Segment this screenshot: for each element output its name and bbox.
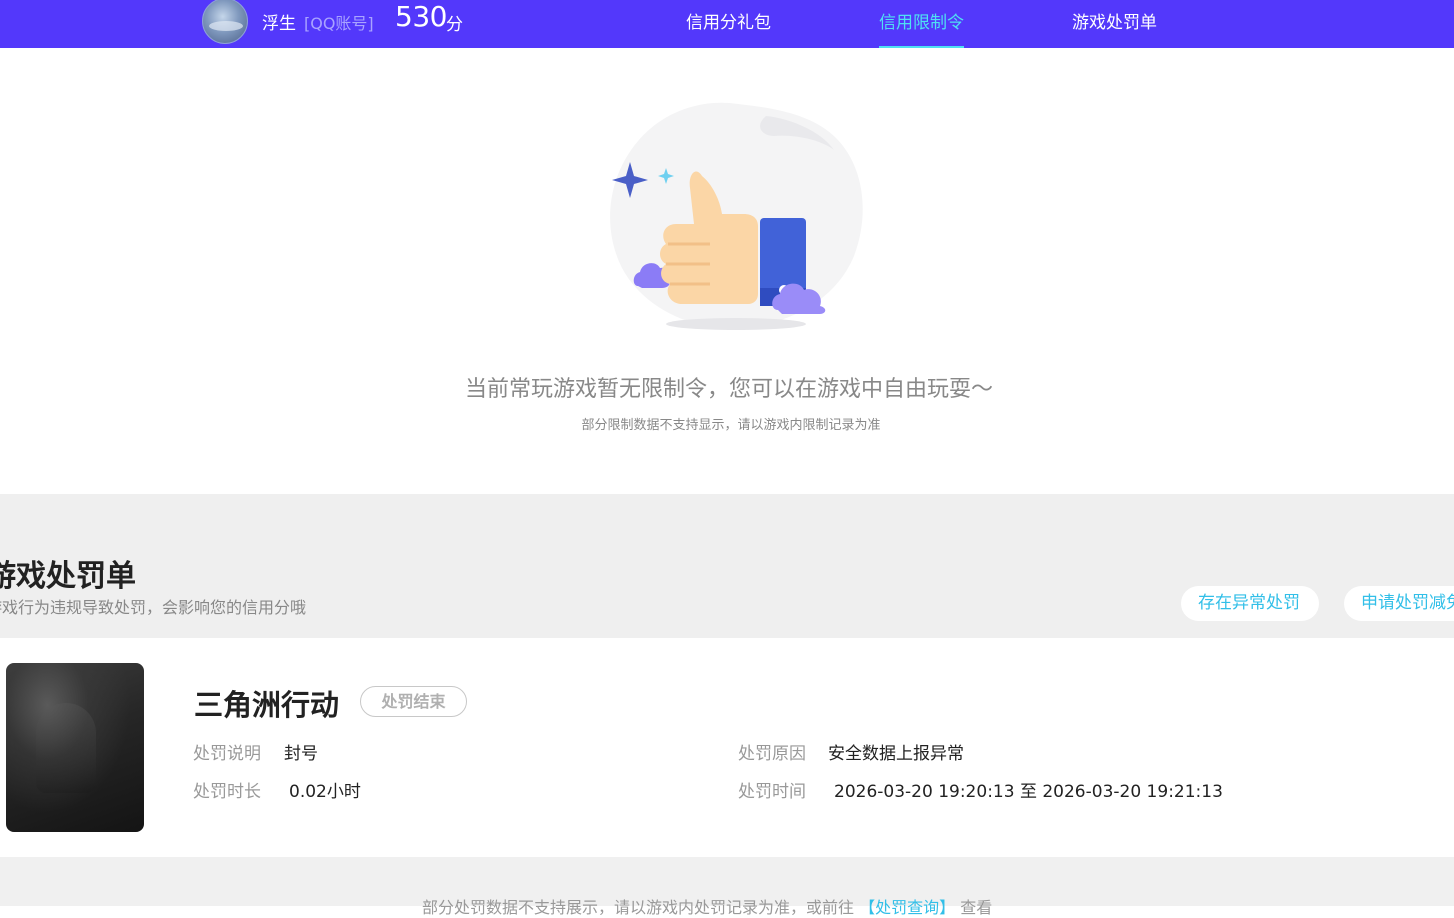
penalty-desc-label: 处罚说明 bbox=[193, 744, 261, 764]
penalty-desc-value: 封号 bbox=[284, 744, 318, 764]
credit-score: 530 bbox=[395, 0, 447, 33]
tab-game-penalty[interactable]: 游戏处罚单 bbox=[1072, 8, 1157, 48]
section-title: 游戏处罚单 bbox=[0, 559, 136, 594]
account-type: [QQ账号] bbox=[304, 14, 374, 33]
game-cover-image bbox=[6, 663, 144, 832]
footer-note-text: 部分处罚数据不支持展示，请以游戏内处罚记录为准，或前往 bbox=[422, 898, 855, 917]
penalty-duration-value: 0.02小时 bbox=[289, 782, 361, 802]
avatar[interactable] bbox=[202, 0, 248, 44]
top-navbar: 浮生 [QQ账号] 530 分 信用分礼包 信用限制令 游戏处罚单 bbox=[0, 0, 1454, 48]
tab-credit-gift[interactable]: 信用分礼包 bbox=[686, 8, 771, 48]
footer-note-suffix: 查看 bbox=[960, 898, 993, 917]
penalty-duration-label: 处罚时长 bbox=[193, 782, 261, 802]
penalty-query-link[interactable]: 【处罚查询】 bbox=[859, 898, 955, 917]
empty-state-title: 当前常玩游戏暂无限制令，您可以在游戏中自由玩耍～ bbox=[464, 377, 993, 402]
thumbs-up-illustration bbox=[610, 102, 863, 330]
status-badge: 处罚结束 bbox=[360, 686, 467, 717]
tab-credit-restriction[interactable]: 信用限制令 bbox=[879, 8, 964, 48]
penalty-time-label: 处罚时间 bbox=[738, 782, 806, 802]
apply-penalty-reduction-button[interactable]: 申请处罚减免 bbox=[1344, 586, 1454, 621]
empty-state-subtitle: 部分限制数据不支持显示，请以游戏内限制记录为准 bbox=[581, 418, 881, 433]
game-name: 三角洲行动 bbox=[194, 688, 340, 722]
user-nickname: 浮生 bbox=[262, 14, 296, 34]
penalty-time-value: 2026-03-20 19:20:13 至 2026-03-20 19:21:1… bbox=[834, 782, 1223, 802]
credit-score-unit: 分 bbox=[446, 15, 463, 35]
penalty-reason-value: 安全数据上报异常 bbox=[828, 744, 964, 764]
penalty-reason-label: 处罚原因 bbox=[738, 744, 806, 764]
section-description: 游戏行为违规导致处罚，会影响您的信用分哦 bbox=[0, 598, 307, 617]
report-abnormal-penalty-button[interactable]: 存在异常处罚 bbox=[1181, 586, 1319, 621]
footer-note: 部分处罚数据不支持展示，请以游戏内处罚记录为准，或前往 【处罚查询】 查看 bbox=[422, 894, 992, 918]
